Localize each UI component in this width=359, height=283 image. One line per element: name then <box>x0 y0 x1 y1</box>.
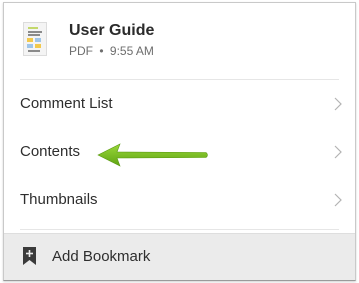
menu-item-label: Comment List <box>20 95 113 112</box>
meta-separator: • <box>99 44 104 58</box>
document-meta: PDF • 9:55 AM <box>69 44 154 58</box>
chevron-right-icon <box>334 193 342 207</box>
document-header: User Guide PDF • 9:55 AM <box>4 3 355 79</box>
pdf-thumbnail-icon <box>23 22 47 56</box>
arrow-left-icon <box>97 143 208 167</box>
menu-divider <box>20 229 339 230</box>
document-time: 9:55 AM <box>109 44 154 58</box>
chevron-right-icon <box>334 145 342 159</box>
chevron-right-icon <box>334 97 342 111</box>
add-bookmark-label: Add Bookmark <box>52 248 151 265</box>
document-type: PDF <box>69 44 93 58</box>
menu-item-comment-list[interactable]: Comment List <box>4 82 355 128</box>
bookmark-add-icon <box>23 247 36 265</box>
menu-item-thumbnails[interactable]: Thumbnails <box>4 178 355 224</box>
header-divider <box>20 79 339 80</box>
menu-item-label: Thumbnails <box>20 191 98 208</box>
menu-item-label: Contents <box>20 143 81 160</box>
add-bookmark-button[interactable]: Add Bookmark <box>4 233 355 280</box>
document-menu-panel: User Guide PDF • 9:55 AM Comment List Co… <box>3 2 356 281</box>
document-title: User Guide <box>69 22 155 39</box>
